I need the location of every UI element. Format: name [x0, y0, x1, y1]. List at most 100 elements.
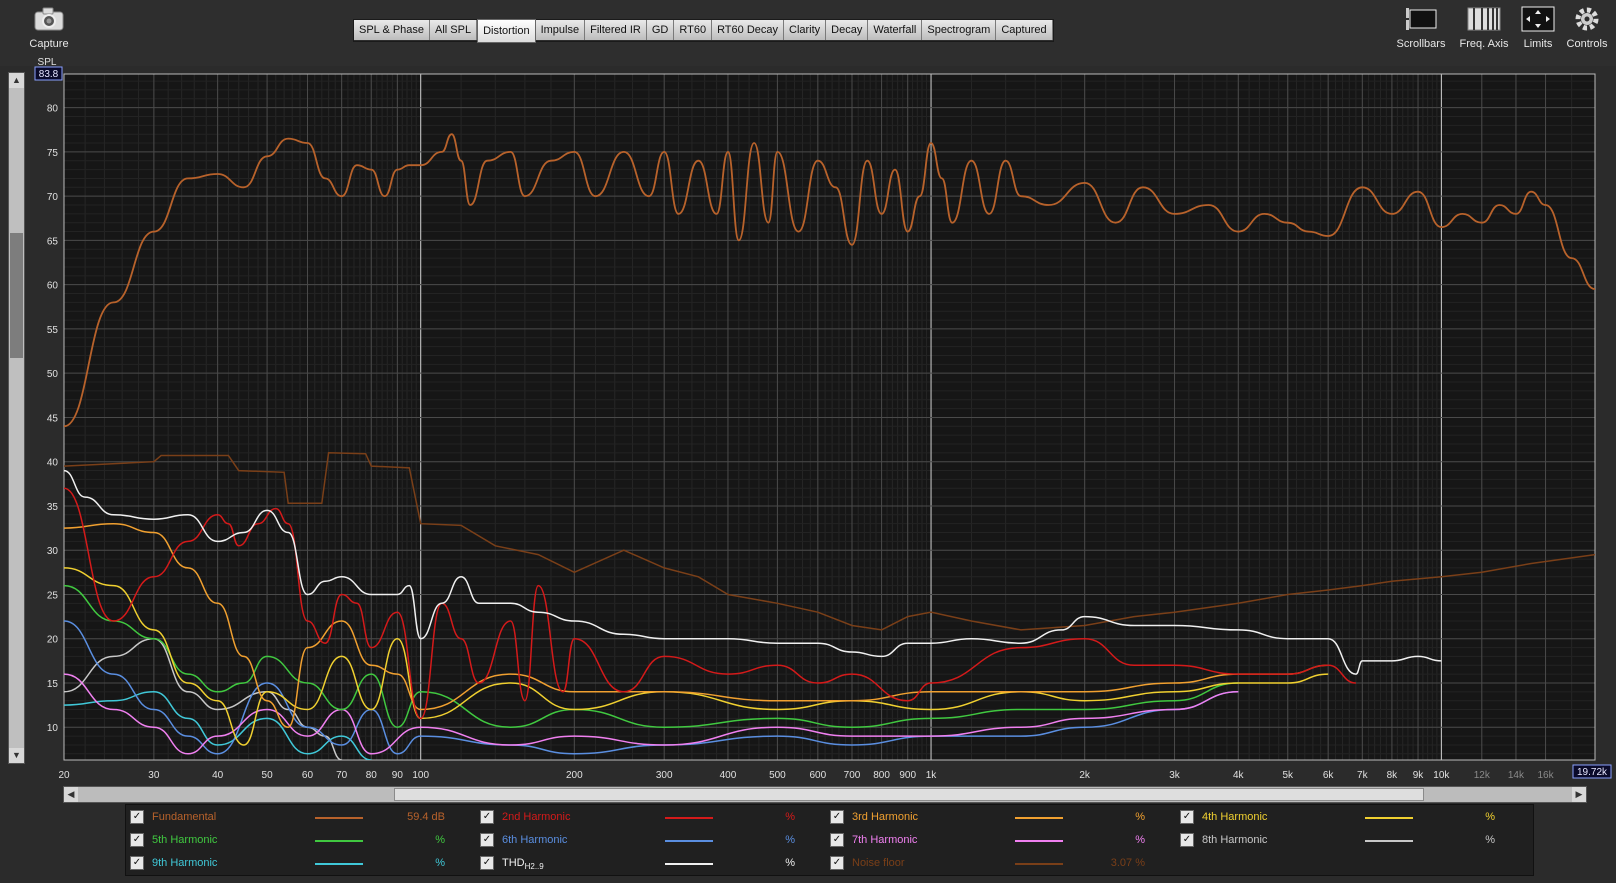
tab-filtered-ir[interactable]: Filtered IR: [585, 20, 647, 40]
legend-h4[interactable]: ✓ 4th Harmonic %: [1180, 808, 1500, 826]
tab-clarity[interactable]: Clarity: [784, 20, 827, 40]
checkbox-h3[interactable]: ✓: [830, 810, 844, 824]
legend-thd[interactable]: ✓ THDH2..9 %: [480, 854, 800, 872]
legend-swatch: [1015, 817, 1063, 819]
x-tick-label: 800: [873, 770, 890, 781]
checkbox-h7[interactable]: ✓: [830, 833, 844, 847]
legend-value: 59.4 dB: [407, 811, 445, 823]
limits-button[interactable]: Limits: [1514, 6, 1562, 50]
tab-impulse[interactable]: Impulse: [535, 20, 586, 40]
horizontal-scrollbar[interactable]: ◀ ▶: [63, 786, 1587, 803]
checkbox-fundamental[interactable]: ✓: [130, 810, 144, 824]
legend-h6[interactable]: ✓ 6th Harmonic %: [480, 831, 800, 849]
xmax-value: 19.72k: [1577, 767, 1608, 778]
legend-panel: ✓ Fundamental 59.4 dB ✓ 2nd Harmonic % ✓…: [125, 804, 1534, 876]
x-tick-label: 50: [262, 770, 274, 781]
freq-axis-button[interactable]: Freq. Axis: [1456, 6, 1512, 50]
legend-value: %: [435, 834, 445, 846]
legend-swatch: [665, 863, 713, 865]
y-tick-label: 50: [47, 369, 59, 380]
thd-subscript: H2..9: [524, 862, 544, 871]
x-tick-label: 100: [412, 770, 429, 781]
tab-waterfall[interactable]: Waterfall: [868, 20, 923, 40]
x-tick-label: 14k: [1508, 770, 1525, 781]
checkbox-h8[interactable]: ✓: [1180, 833, 1194, 847]
x-tick-label: 1k: [926, 770, 938, 781]
tab-distortion[interactable]: Distortion: [477, 19, 536, 43]
horizontal-scroll-thumb[interactable]: [394, 788, 1424, 801]
scrollbars-icon: [1406, 8, 1437, 30]
checkbox-noise[interactable]: ✓: [830, 856, 844, 870]
y-tick-label: 40: [47, 458, 59, 469]
limits-label: Limits: [1523, 38, 1553, 50]
controls-button[interactable]: Controls: [1562, 6, 1612, 50]
scrollbars-button[interactable]: Scrollbars: [1392, 6, 1450, 50]
x-tick-label: 8k: [1387, 770, 1399, 781]
legend-label: 7th Harmonic: [852, 834, 918, 846]
legend-swatch: [315, 863, 363, 865]
checkbox-h6[interactable]: ✓: [480, 833, 494, 847]
legend-label: 9th Harmonic: [152, 857, 218, 869]
y-tick-label: 55: [47, 325, 59, 336]
legend-value: %: [1485, 834, 1495, 846]
legend-value: %: [1135, 834, 1145, 846]
y-tick-label: 45: [47, 413, 59, 424]
tab-bar: SPL & Phase All SPL Distortion Impulse Filte…: [353, 19, 1054, 43]
tab-rt60[interactable]: RT60: [674, 20, 713, 40]
checkbox-thd[interactable]: ✓: [480, 856, 494, 870]
x-tick-label: 60: [302, 770, 314, 781]
y-tick-label: 15: [47, 679, 59, 690]
legend-h2[interactable]: ✓ 2nd Harmonic %: [480, 808, 800, 826]
tab-decay[interactable]: Decay: [826, 20, 869, 40]
tab-captured[interactable]: Captured: [996, 20, 1053, 40]
legend-label: 5th Harmonic: [152, 834, 218, 846]
capture-button[interactable]: Capture: [26, 6, 72, 50]
x-tick-label: 5k: [1282, 770, 1294, 781]
legend-h3[interactable]: ✓ 3rd Harmonic %: [830, 808, 1150, 826]
legend-label: 4th Harmonic: [1202, 811, 1268, 823]
legend-value: %: [785, 834, 795, 846]
x-tick-label: 700: [844, 770, 861, 781]
x-tick-label: 30: [148, 770, 160, 781]
legend-label: THDH2..9: [502, 854, 544, 876]
checkbox-h9[interactable]: ✓: [130, 856, 144, 870]
distortion-chart[interactable]: 20 30 40 50 60 70 80 90 100 200 300 400 500 600 700 800…: [0, 56, 1616, 786]
y-tick-label: 30: [47, 546, 59, 557]
capture-label: Capture: [29, 38, 69, 50]
gear-icon: [1575, 7, 1599, 31]
checkbox-h5[interactable]: ✓: [130, 833, 144, 847]
x-tick-label: 10k: [1433, 770, 1450, 781]
y-tick-label: 70: [47, 192, 59, 203]
checkbox-h4[interactable]: ✓: [1180, 810, 1194, 824]
legend-h8[interactable]: ✓ 8th Harmonic %: [1180, 831, 1500, 849]
freq-axis-icon: [1467, 7, 1501, 31]
scroll-left-icon[interactable]: ◀: [64, 787, 78, 802]
y-tick-label: 20: [47, 635, 59, 646]
x-tick-label: 400: [720, 770, 737, 781]
limits-icon: [1521, 6, 1555, 32]
legend-h7[interactable]: ✓ 7th Harmonic %: [830, 831, 1150, 849]
controls-label: Controls: [1566, 38, 1608, 50]
y-tick-label: 25: [47, 590, 59, 601]
legend-label: 6th Harmonic: [502, 834, 568, 846]
tab-spectrogram[interactable]: Spectrogram: [922, 20, 997, 40]
x-tick-label: 3k: [1169, 770, 1181, 781]
ymax-value: 83.8: [39, 69, 59, 80]
legend-h9[interactable]: ✓ 9th Harmonic %: [130, 854, 450, 872]
y-tick-label: 10: [47, 723, 59, 734]
scroll-right-icon[interactable]: ▶: [1572, 787, 1586, 802]
legend-h5[interactable]: ✓ 5th Harmonic %: [130, 831, 450, 849]
y-tick-label: 60: [47, 281, 59, 292]
legend-fundamental[interactable]: ✓ Fundamental 59.4 dB: [130, 808, 450, 826]
x-tick-label: 900: [899, 770, 916, 781]
x-tick-label: 300: [656, 770, 673, 781]
legend-value: %: [1135, 811, 1145, 823]
tab-spl-phase[interactable]: SPL & Phase: [354, 20, 431, 40]
x-tick-label: 500: [769, 770, 786, 781]
tab-all-spl[interactable]: All SPL: [430, 20, 478, 40]
tab-rt60-decay[interactable]: RT60 Decay: [712, 20, 784, 40]
legend-noise[interactable]: ✓ Noise floor 3.07 %: [830, 854, 1150, 872]
x-tick-label: 600: [809, 770, 826, 781]
checkbox-h2[interactable]: ✓: [480, 810, 494, 824]
tab-gd[interactable]: GD: [646, 20, 675, 40]
